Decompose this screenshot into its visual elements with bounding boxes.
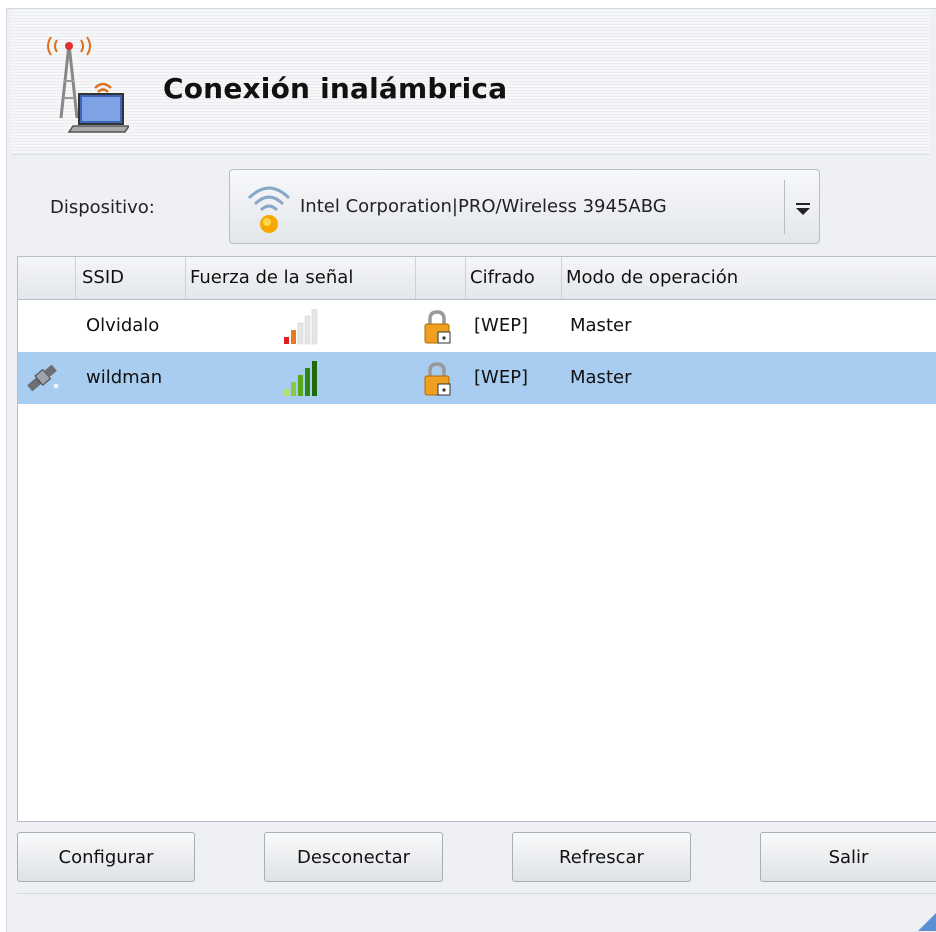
column-header-signal[interactable]: Fuerza de la señal — [186, 257, 416, 299]
mode-cell: Master — [570, 315, 632, 336]
quit-button[interactable]: Salir — [760, 832, 936, 882]
ssid-cell: Olvidalo — [86, 315, 160, 336]
signal-strength-icon — [284, 361, 317, 396]
networks-table: SSID Fuerza de la señal Cifrado Modo de … — [17, 256, 936, 822]
wireless-laptop-icon — [47, 36, 129, 133]
table-row[interactable]: Olvidalo [WEP] Master — [18, 300, 936, 352]
table-row[interactable]: wildman [WEP] Master — [18, 352, 936, 404]
refresh-button[interactable]: Refrescar — [512, 832, 691, 882]
page-title: Conexión inalámbrica — [163, 72, 508, 105]
lock-icon — [424, 362, 451, 396]
column-header-ssid[interactable]: SSID — [76, 257, 186, 299]
device-label: Dispositivo: — [50, 197, 155, 218]
button-bar: Configurar Desconectar Refrescar Salir — [0, 832, 936, 884]
ssid-cell: wildman — [86, 367, 163, 388]
column-header-mode[interactable]: Modo de operación — [562, 257, 936, 299]
device-select-value: Intel Corporation|PRO/Wireless 3945ABG — [300, 196, 667, 217]
encryption-cell: [WEP] — [474, 315, 529, 336]
column-header-status[interactable] — [18, 257, 76, 299]
connected-icon — [27, 364, 59, 392]
signal-strength-icon — [284, 309, 318, 345]
configure-button[interactable]: Configurar — [17, 832, 195, 882]
column-header-encryption[interactable]: Cifrado — [466, 257, 562, 299]
mode-cell: Master — [570, 367, 632, 388]
column-header-lock[interactable] — [416, 257, 466, 299]
footer-divider — [17, 893, 936, 894]
encryption-cell: [WEP] — [474, 367, 529, 388]
chevron-down-icon[interactable] — [792, 194, 814, 220]
lock-icon — [424, 310, 451, 344]
wireless-signal-icon — [247, 186, 291, 233]
table-header: SSID Fuerza de la señal Cifrado Modo de … — [18, 257, 936, 300]
combo-divider — [784, 180, 785, 234]
resize-grip-icon[interactable] — [912, 907, 936, 931]
header-banner: Conexión inalámbrica — [11, 10, 930, 155]
device-select[interactable]: Intel Corporation|PRO/Wireless 3945ABG — [229, 169, 820, 244]
disconnect-button[interactable]: Desconectar — [264, 832, 443, 882]
